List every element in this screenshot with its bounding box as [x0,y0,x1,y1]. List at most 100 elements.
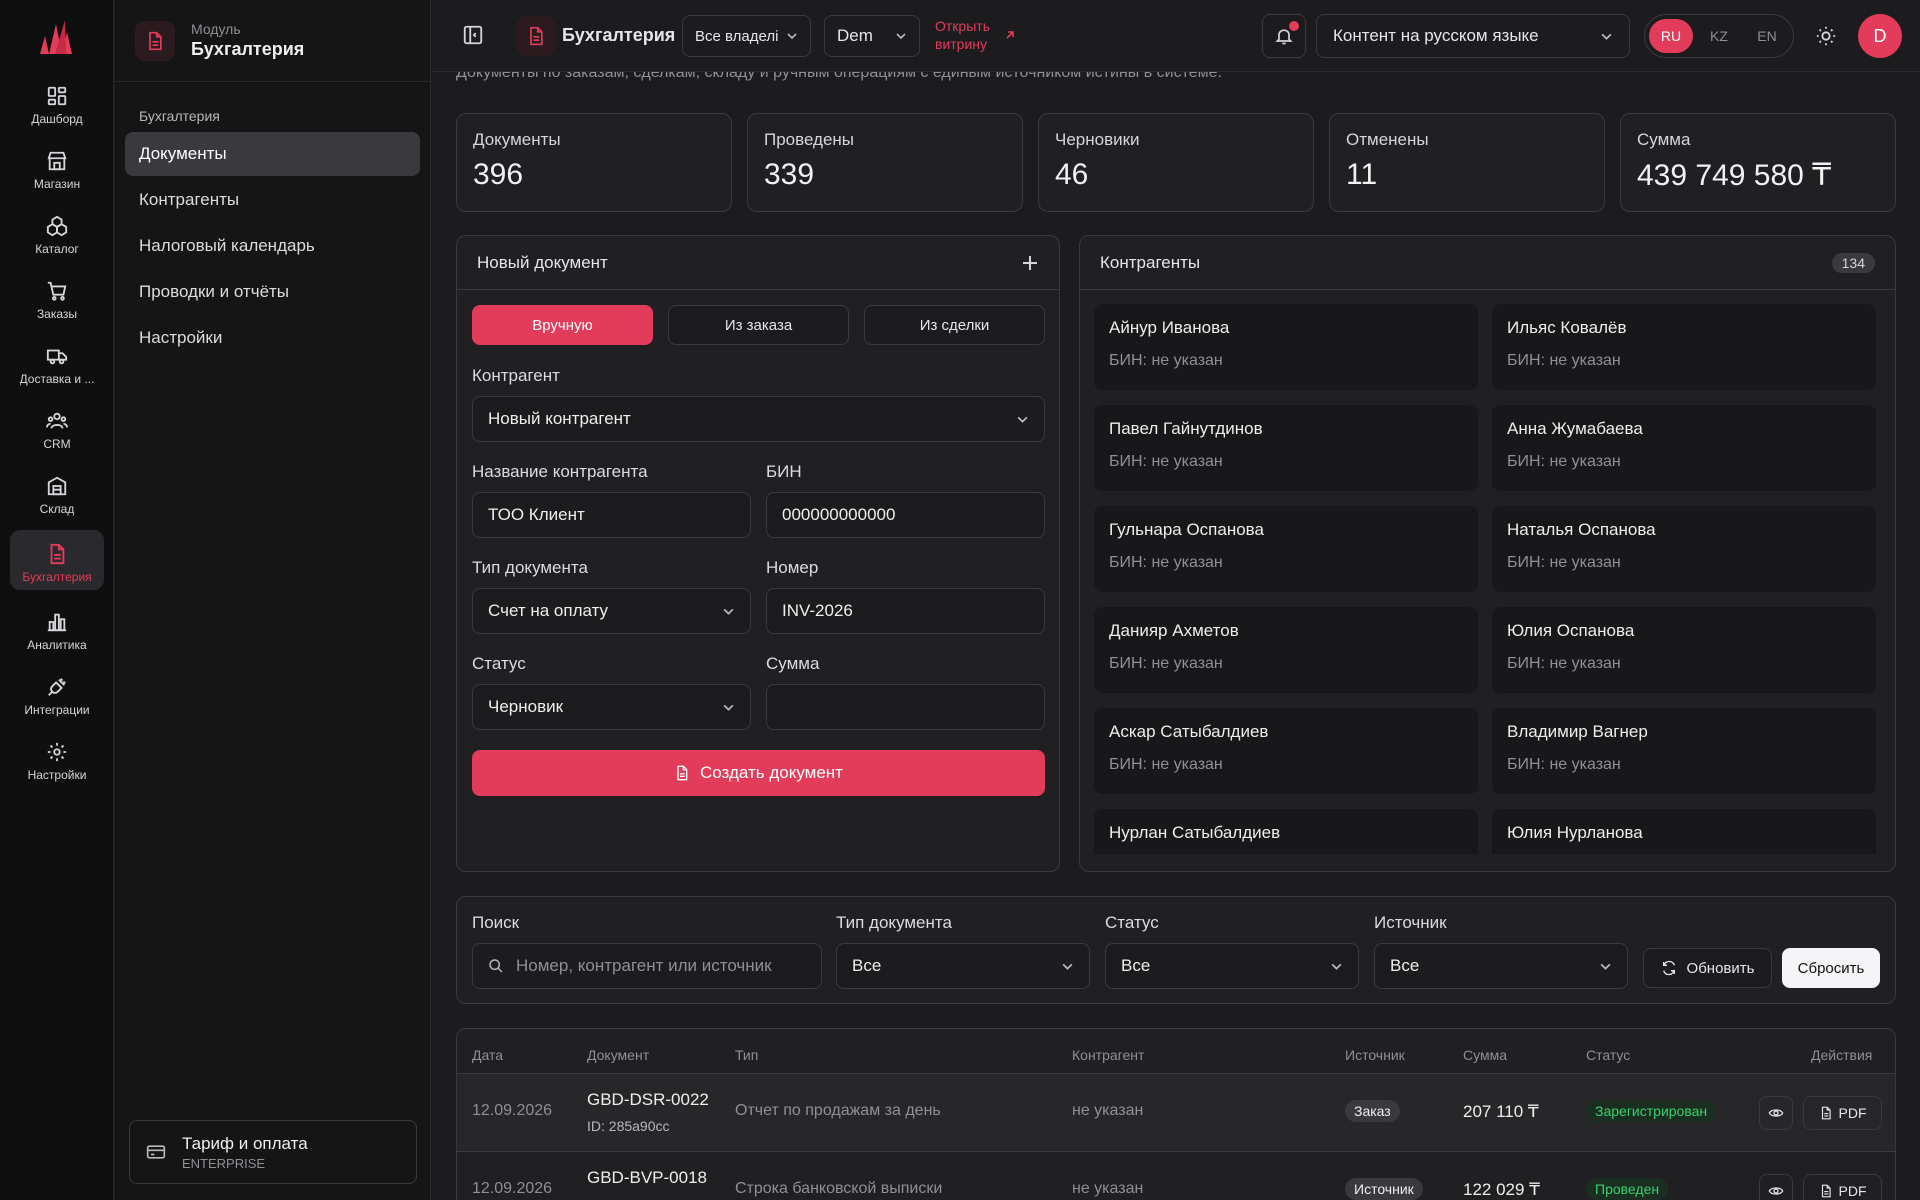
chevron-down-icon [786,30,798,42]
row-source-badge: Заказ [1345,1100,1400,1122]
counterparty-name: Юлия Нурланова [1507,823,1643,842]
table-header-status: Статус [1586,1047,1631,1063]
rail-item-orders[interactable]: Заказы [10,267,104,327]
table-row[interactable]: 12.09.2026 GBD-BVP-0018 Строка банковско… [457,1151,1895,1200]
filter-source-value: Все [1390,956,1420,975]
row-status-badge: Зарегистрирован [1586,1100,1717,1122]
search-input[interactable]: Номер, контрагент или источник [472,943,822,989]
sum-input[interactable] [766,684,1045,730]
table-header-counterparty: Контрагент [1072,1047,1145,1063]
pdf-button[interactable]: PDF [1803,1174,1882,1200]
rail-item-analytics[interactable]: Аналитика [10,598,104,658]
counterparty-card[interactable]: Нурлан Сатыбалдиев [1094,809,1478,854]
row-sum: 122 029 ₸ [1463,1180,1540,1199]
tab-manual[interactable]: Вручную [472,305,653,345]
rail-item-label: Доставка и ... [19,372,95,386]
lang-ru-button[interactable]: RU [1649,19,1693,53]
stat-label: Отменены [1346,130,1429,149]
avatar[interactable]: D [1858,14,1902,58]
create-document-button[interactable]: Создать документ [472,750,1045,796]
theme-toggle-icon[interactable] [1815,25,1837,47]
rail-item-store[interactable]: Магазин [10,137,104,197]
tab-from-deal[interactable]: Из сделки [864,305,1045,345]
chevron-down-icon [1061,960,1074,973]
rail-item-accounting[interactable]: Бухгалтерия [10,530,104,590]
sidebar-item-documents[interactable]: Документы [125,132,420,176]
sidebar-item-settings[interactable]: Настройки [125,316,420,360]
view-button[interactable] [1759,1174,1793,1200]
bin-input[interactable]: 000000000000 [766,492,1045,538]
filter-type-select[interactable]: Все [836,943,1090,989]
warehouse-icon [45,474,69,498]
counterparty-card[interactable]: Юлия Оспанова БИН: не указан [1492,607,1876,693]
content-language-select[interactable]: Контент на русском языке [1316,14,1630,58]
rail-item-warehouse[interactable]: Склад [10,462,104,522]
table-row[interactable]: 12.09.2026 GBD-DSR-0022 ID: 285a90cc Отч… [457,1073,1895,1151]
stat-value: 46 [1055,158,1089,191]
open-storefront-line1: Открыть [935,18,990,34]
rail-item-integrations[interactable]: Интеграции [10,663,104,723]
filter-status-label: Статус [1105,913,1159,932]
row-sum: 207 110 ₸ [1463,1102,1539,1121]
sidebar-item-postings-reports[interactable]: Проводки и отчёты [125,270,420,314]
content-language-value: Контент на русском языке [1333,26,1539,45]
chevron-down-icon [1600,30,1613,43]
counterparty-card[interactable]: Айнур Иванова БИН: не указан [1094,304,1478,390]
open-storefront-link[interactable]: Открыть витрину [935,17,1016,53]
counterparty-card[interactable]: Наталья Оспанова БИН: не указан [1492,506,1876,592]
counterparty-name: Ильяс Ковалёв [1507,318,1627,337]
counterparty-card[interactable]: Юлия Нурланова [1492,809,1876,854]
reset-button[interactable]: Сбросить [1782,948,1880,988]
view-button[interactable] [1759,1096,1793,1130]
tariff-button[interactable]: Тариф и оплата ENTERPRISE [129,1120,417,1184]
store-select[interactable]: Dem [824,15,920,57]
rail-item-crm[interactable]: CRM [10,397,104,457]
rail-item-dashboard[interactable]: Дашборд [10,72,104,132]
lang-en-button[interactable]: EN [1745,19,1789,53]
status-select-value: Черновик [488,697,564,716]
counterparty-name-value: ТОО Клиент [488,505,585,524]
number-input[interactable]: INV-2026 [766,588,1045,634]
tab-from-order[interactable]: Из заказа [668,305,849,345]
rail-item-label: CRM [43,437,71,451]
counterparty-card[interactable]: Ильяс Ковалёв БИН: не указан [1492,304,1876,390]
counterparty-card[interactable]: Владимир Вагнер БИН: не указан [1492,708,1876,794]
rail-item-delivery[interactable]: Доставка и ... [10,332,104,392]
owner-select[interactable]: Все владелі [682,15,811,57]
rail-item-settings[interactable]: Настройки [10,728,104,788]
counterparty-name: Юлия Оспанова [1507,621,1635,640]
sidebar-item-counterparties[interactable]: Контрагенты [125,178,420,222]
counterparty-select[interactable]: Новый контрагент [472,396,1045,442]
filter-status-select[interactable]: Все [1105,943,1359,989]
rail-item-catalog[interactable]: Каталог [10,202,104,262]
filter-source-select[interactable]: Все [1374,943,1628,989]
document-icon [1819,1184,1833,1198]
counterparty-card[interactable]: Аскар Сатыбалдиев БИН: не указан [1094,708,1478,794]
document-icon [45,542,69,566]
table-header-type: Тип [735,1047,759,1063]
table-header-date: Дата [472,1047,504,1063]
lang-kz-button[interactable]: KZ [1697,19,1741,53]
counterparties-count-badge: 134 [1831,252,1875,273]
document-type-select[interactable]: Счет на оплату [472,588,751,634]
counterparty-card[interactable]: Данияр Ахметов БИН: не указан [1094,607,1478,693]
notifications-button[interactable] [1262,14,1306,58]
counterparty-name-input[interactable]: ТОО Клиент [472,492,751,538]
sidebar-item-tax-calendar[interactable]: Налоговый календарь [125,224,420,268]
document-type-label: Тип документа [472,558,588,577]
sidebar-toggle-icon[interactable] [462,24,484,46]
stat-card-documents: Документы 396 [456,113,732,212]
chevron-down-icon [1016,413,1029,426]
status-select[interactable]: Черновик [472,684,751,730]
counterparty-card[interactable]: Гульнара Оспанова БИН: не указан [1094,506,1478,592]
counterparty-card[interactable]: Павел Гайнутдинов БИН: не указан [1094,405,1478,491]
filter-status-value: Все [1121,956,1151,975]
pdf-button[interactable]: PDF [1803,1096,1882,1130]
app-logo[interactable] [38,18,74,56]
counterparty-card[interactable]: Анна Жумабаева БИН: не указан [1492,405,1876,491]
counterparty-bin: БИН: не указан [1109,453,1223,470]
counterparty-name: Павел Гайнутдинов [1109,419,1263,438]
plus-icon[interactable] [1021,254,1039,272]
row-type: Отчет по продажам за день [735,1102,941,1119]
refresh-button[interactable]: Обновить [1643,948,1772,988]
